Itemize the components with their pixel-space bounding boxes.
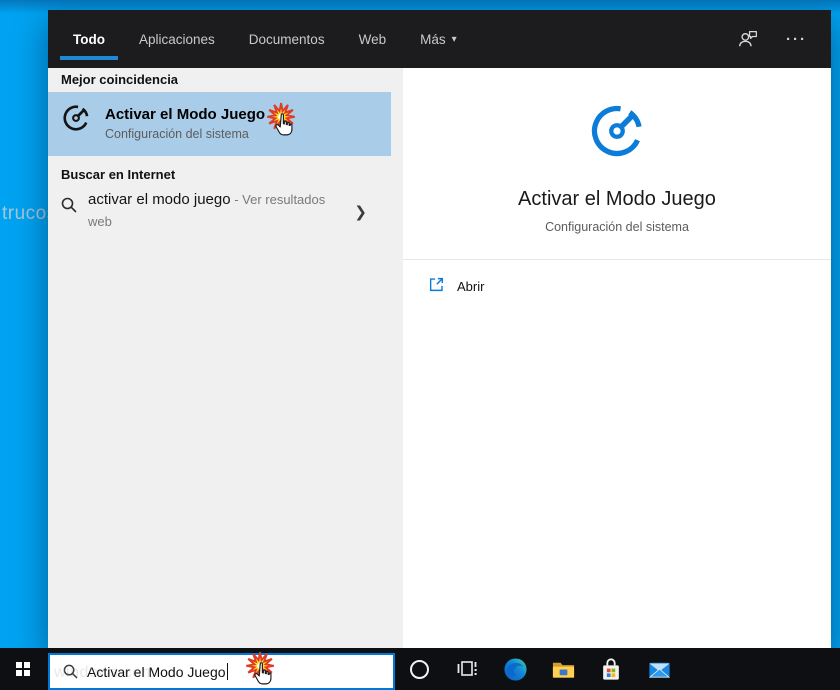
result-subtitle: Configuración del sistema (105, 127, 249, 141)
user-feedback-icon[interactable] (737, 28, 760, 51)
edge-button[interactable] (491, 648, 539, 690)
tab-label: Todo (73, 31, 105, 47)
best-match-result[interactable]: Activar el Modo Juego Configuración del … (48, 92, 391, 156)
search-filter-tabs: Todo Aplicaciones Documentos Web Más ▾ (48, 10, 470, 68)
suggestion-hint: - Ver resultados (230, 192, 326, 207)
file-explorer-button[interactable] (539, 648, 587, 690)
text-caret (226, 663, 229, 680)
preview-panel: Activar el Modo Juego Configuración del … (403, 68, 831, 648)
more-options-icon[interactable]: ··· (786, 31, 807, 48)
tab-label: Aplicaciones (138, 31, 215, 47)
taskbar-search-value: Activar el Modo Juego (87, 663, 226, 680)
tab-mas[interactable]: Más ▾ (407, 10, 470, 68)
task-view-button[interactable] (443, 648, 491, 690)
suggestion-hint-line2: web (88, 214, 112, 229)
tab-label: Web (358, 31, 387, 47)
game-mode-gauge-icon-large (587, 101, 647, 161)
preview-subtitle: Configuración del sistema (545, 220, 689, 234)
best-match-heading: Mejor coincidencia (61, 72, 179, 87)
desktop: trucoswindows.com trucoswindows .com tru… (0, 0, 840, 690)
search-icon (61, 197, 77, 213)
tab-todo[interactable]: Todo (60, 10, 118, 68)
edge-icon (503, 657, 527, 681)
game-mode-gauge-icon (61, 103, 91, 133)
search-header: Todo Aplicaciones Documentos Web Más ▾ ··… (48, 10, 831, 68)
tab-label: Documentos (248, 31, 325, 47)
taskbar-search-box[interactable]: windows.com Activar el Modo Juego (48, 653, 395, 690)
mail-button[interactable] (635, 648, 683, 690)
preview-title: Activar el Modo Juego (518, 188, 716, 210)
task-view-icon (457, 661, 477, 676)
open-external-icon (429, 277, 444, 292)
open-action[interactable]: Abrir (403, 266, 831, 304)
cortana-button[interactable] (395, 648, 443, 690)
taskbar: windows.com Activar el Modo Juego (0, 648, 840, 690)
store-button[interactable] (587, 648, 635, 690)
chevron-down-icon: ▾ (451, 33, 457, 45)
taskbar-icons (395, 648, 683, 690)
open-action-label: Abrir (457, 279, 485, 294)
web-search-suggestion[interactable]: activar el modo juego - Ver resultados w… (48, 188, 403, 242)
store-icon (603, 657, 619, 680)
search-icon (63, 664, 78, 679)
cortana-icon (409, 659, 429, 679)
divider (403, 259, 831, 260)
tab-label: Más (420, 31, 446, 47)
results-panel: Mejor coincidencia Activar el Modo Juego… (48, 68, 403, 648)
mail-icon (648, 662, 670, 678)
chevron-right-icon: ❯ (354, 204, 367, 221)
search-flyout-window: Todo Aplicaciones Documentos Web Más ▾ ··… (48, 10, 831, 648)
tab-web[interactable]: Web (346, 10, 400, 68)
suggestion-query: activar el modo juego (88, 191, 231, 208)
file-explorer-icon (552, 662, 574, 678)
windows-logo-icon (15, 661, 31, 677)
result-title: Activar el Modo Juego (105, 106, 266, 123)
start-button[interactable] (0, 648, 46, 690)
tab-aplicaciones[interactable]: Aplicaciones (126, 10, 228, 68)
web-search-heading: Buscar en Internet (61, 167, 176, 182)
tab-documentos[interactable]: Documentos (236, 10, 338, 68)
